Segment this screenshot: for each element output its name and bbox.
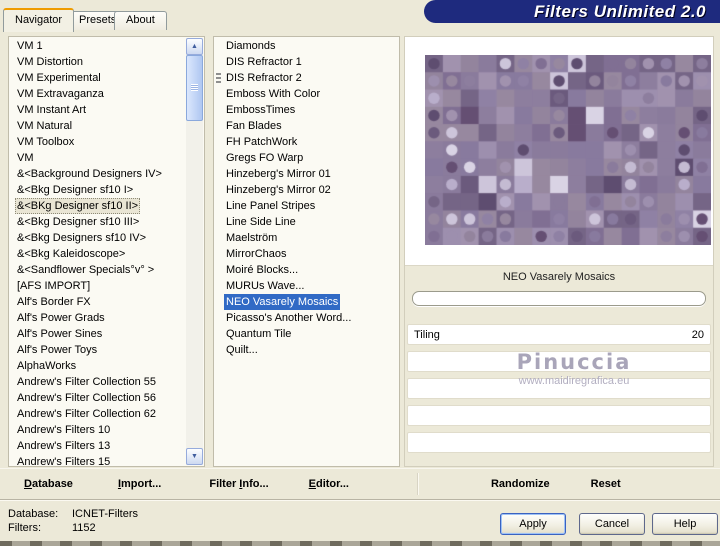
category-list-item[interactable]: VM Extravaganza [10, 86, 186, 102]
param-slider-row[interactable]: Tiling 20 [407, 324, 711, 345]
category-list-item[interactable]: VM Distortion [10, 54, 186, 70]
filter-list-item[interactable]: Emboss With Color [215, 86, 398, 102]
category-list-item[interactable]: &<Bkg Designer sf10 III> [10, 214, 186, 230]
category-list-item[interactable]: Andrew's Filters 10 [10, 422, 186, 438]
param-slider-row[interactable] [407, 351, 711, 372]
category-scrollbar[interactable]: ▲ ▼ [186, 38, 203, 465]
progress-bar [412, 291, 706, 306]
category-list-item[interactable]: &<Sandflower Specials°v° > [10, 262, 186, 278]
filter-list-item[interactable]: Hinzeberg's Mirror 01 [215, 166, 398, 182]
tab-navigator[interactable]: Navigator [3, 8, 75, 32]
category-list-item[interactable]: VM Toolbox [10, 134, 186, 150]
param-slider-row[interactable] [407, 405, 711, 426]
filter-list-item[interactable]: MURUs Wave... [215, 278, 398, 294]
database-button[interactable]: Database [24, 478, 73, 490]
category-list-item[interactable]: &<Bkg Designer sf10 I> [10, 182, 186, 198]
filter-list-item[interactable]: FH PatchWork [215, 134, 398, 150]
category-listbox: VM 1 VM Distortion VM Experimental VM Ex… [8, 36, 205, 467]
database-label: Database: [8, 508, 59, 520]
filter-list-item[interactable]: Fan Blades [215, 118, 398, 134]
category-list-item[interactable]: Andrew's Filters 13 [10, 438, 186, 454]
selected-filter-name: NEO Vasarely Mosaics [502, 271, 616, 283]
cancel-button[interactable]: Cancel [579, 513, 645, 535]
category-list-item[interactable]: &<Bkg Kaleidoscope> [10, 246, 186, 262]
category-items: VM 1 VM Distortion VM Experimental VM Ex… [10, 38, 186, 465]
filter-list-item[interactable]: NEO Vasarely Mosaics [215, 294, 398, 310]
import-button[interactable]: Import... [118, 478, 161, 490]
toolbar-divider [416, 472, 419, 495]
bottom-window-edge [0, 541, 720, 546]
filter-list-item[interactable]: Quilt... [215, 342, 398, 358]
scroll-down-icon[interactable]: ▼ [186, 448, 203, 465]
param-slider-row[interactable] [407, 432, 711, 453]
category-list-item[interactable]: &<Background Designers IV> [10, 166, 186, 182]
grip-icon [216, 73, 221, 83]
randomize-button[interactable]: Randomize [491, 478, 550, 490]
filter-list-item[interactable]: EmbossTimes [215, 102, 398, 118]
category-list-item[interactable]: Alf's Power Grads [10, 310, 186, 326]
category-list-item[interactable]: VM Experimental [10, 70, 186, 86]
filter-list-item[interactable]: Maelström [215, 230, 398, 246]
filter-list-item[interactable]: Line Side Line [215, 214, 398, 230]
apply-button[interactable]: Apply [500, 513, 566, 535]
category-list-item[interactable]: AlphaWorks [10, 358, 186, 374]
filter-list-item[interactable]: Picasso's Another Word... [215, 310, 398, 326]
filter-list-item[interactable]: DIS Refractor 2 [215, 70, 398, 86]
filter-list-item[interactable]: DIS Refractor 1 [215, 54, 398, 70]
filter-info-button[interactable]: Filter Info... [209, 478, 268, 490]
filter-listbox: Diamonds DIS Refractor 1 DIS Refractor 2… [213, 36, 400, 467]
app-title: Filters Unlimited 2.0 [533, 1, 706, 21]
param-value: 20 [691, 329, 704, 341]
database-value: ICNET-Filters [72, 508, 138, 520]
category-list-item[interactable]: Alf's Border FX [10, 294, 186, 310]
status-bar: Database: ICNET-Filters Filters: 1152 Appl… [0, 499, 720, 542]
controls-area: NEO Vasarely Mosaics Tiling 20 Pinuccia … [405, 265, 713, 466]
help-button[interactable]: Help [652, 513, 718, 535]
category-list-item[interactable]: &<BKg Designer sf10 II> [10, 198, 186, 214]
preview-image [425, 55, 711, 245]
filters-label: Filters: [8, 522, 41, 534]
filters-unlimited-dialog: Navigator Presets About Filters Unlimite… [0, 0, 720, 546]
category-list-item[interactable]: VM [10, 150, 186, 166]
reset-button[interactable]: Reset [591, 478, 621, 490]
filter-list-item[interactable]: Line Panel Stripes [215, 198, 398, 214]
param-slider-row[interactable] [407, 378, 711, 399]
title-banner: Filters Unlimited 2.0 [424, 0, 720, 23]
category-list-item[interactable]: VM Natural [10, 118, 186, 134]
preview-panel: NEO Vasarely Mosaics Tiling 20 Pinuccia … [404, 36, 714, 467]
category-list-item[interactable]: VM 1 [10, 38, 186, 54]
filter-list-item[interactable]: Moiré Blocks... [215, 262, 398, 278]
category-list-item[interactable]: Andrew's Filter Collection 56 [10, 390, 186, 406]
category-list-item[interactable]: &<Bkg Designers sf10 IV> [10, 230, 186, 246]
category-list-item[interactable]: VM Instant Art [10, 102, 186, 118]
scroll-up-icon[interactable]: ▲ [186, 38, 203, 55]
filter-list-item[interactable]: Hinzeberg's Mirror 02 [215, 182, 398, 198]
toolbar: Database Import... Filter Info... Editor… [0, 468, 720, 498]
filter-list-item[interactable]: Gregs FO Warp [215, 150, 398, 166]
param-label: Tiling [414, 329, 440, 341]
filters-value: 1152 [72, 522, 96, 534]
parameter-rows: Tiling 20 [407, 324, 711, 459]
editor-button[interactable]: Editor... [309, 478, 349, 490]
filter-list-item[interactable]: Quantum Tile [215, 326, 398, 342]
category-list-item[interactable]: Alf's Power Toys [10, 342, 186, 358]
scrollbar-thumb[interactable] [186, 55, 203, 121]
category-list-item[interactable]: Andrew's Filter Collection 62 [10, 406, 186, 422]
category-list-item[interactable]: Alf's Power Sines [10, 326, 186, 342]
filter-list-item[interactable]: MirrorChaos [215, 246, 398, 262]
filter-list-item[interactable]: Diamonds [215, 38, 398, 54]
top-strip: Navigator Presets About Filters Unlimite… [0, 0, 720, 32]
category-list-item[interactable]: Andrew's Filters 15 [10, 454, 186, 465]
filter-items: Diamonds DIS Refractor 1 DIS Refractor 2… [215, 38, 398, 465]
category-list-item[interactable]: [AFS IMPORT] [10, 278, 186, 294]
status-filters: Filters: 1152 [8, 522, 96, 534]
status-database: Database: ICNET-Filters [8, 508, 138, 520]
tab-about[interactable]: About [114, 11, 167, 30]
category-list-item[interactable]: Andrew's Filter Collection 55 [10, 374, 186, 390]
